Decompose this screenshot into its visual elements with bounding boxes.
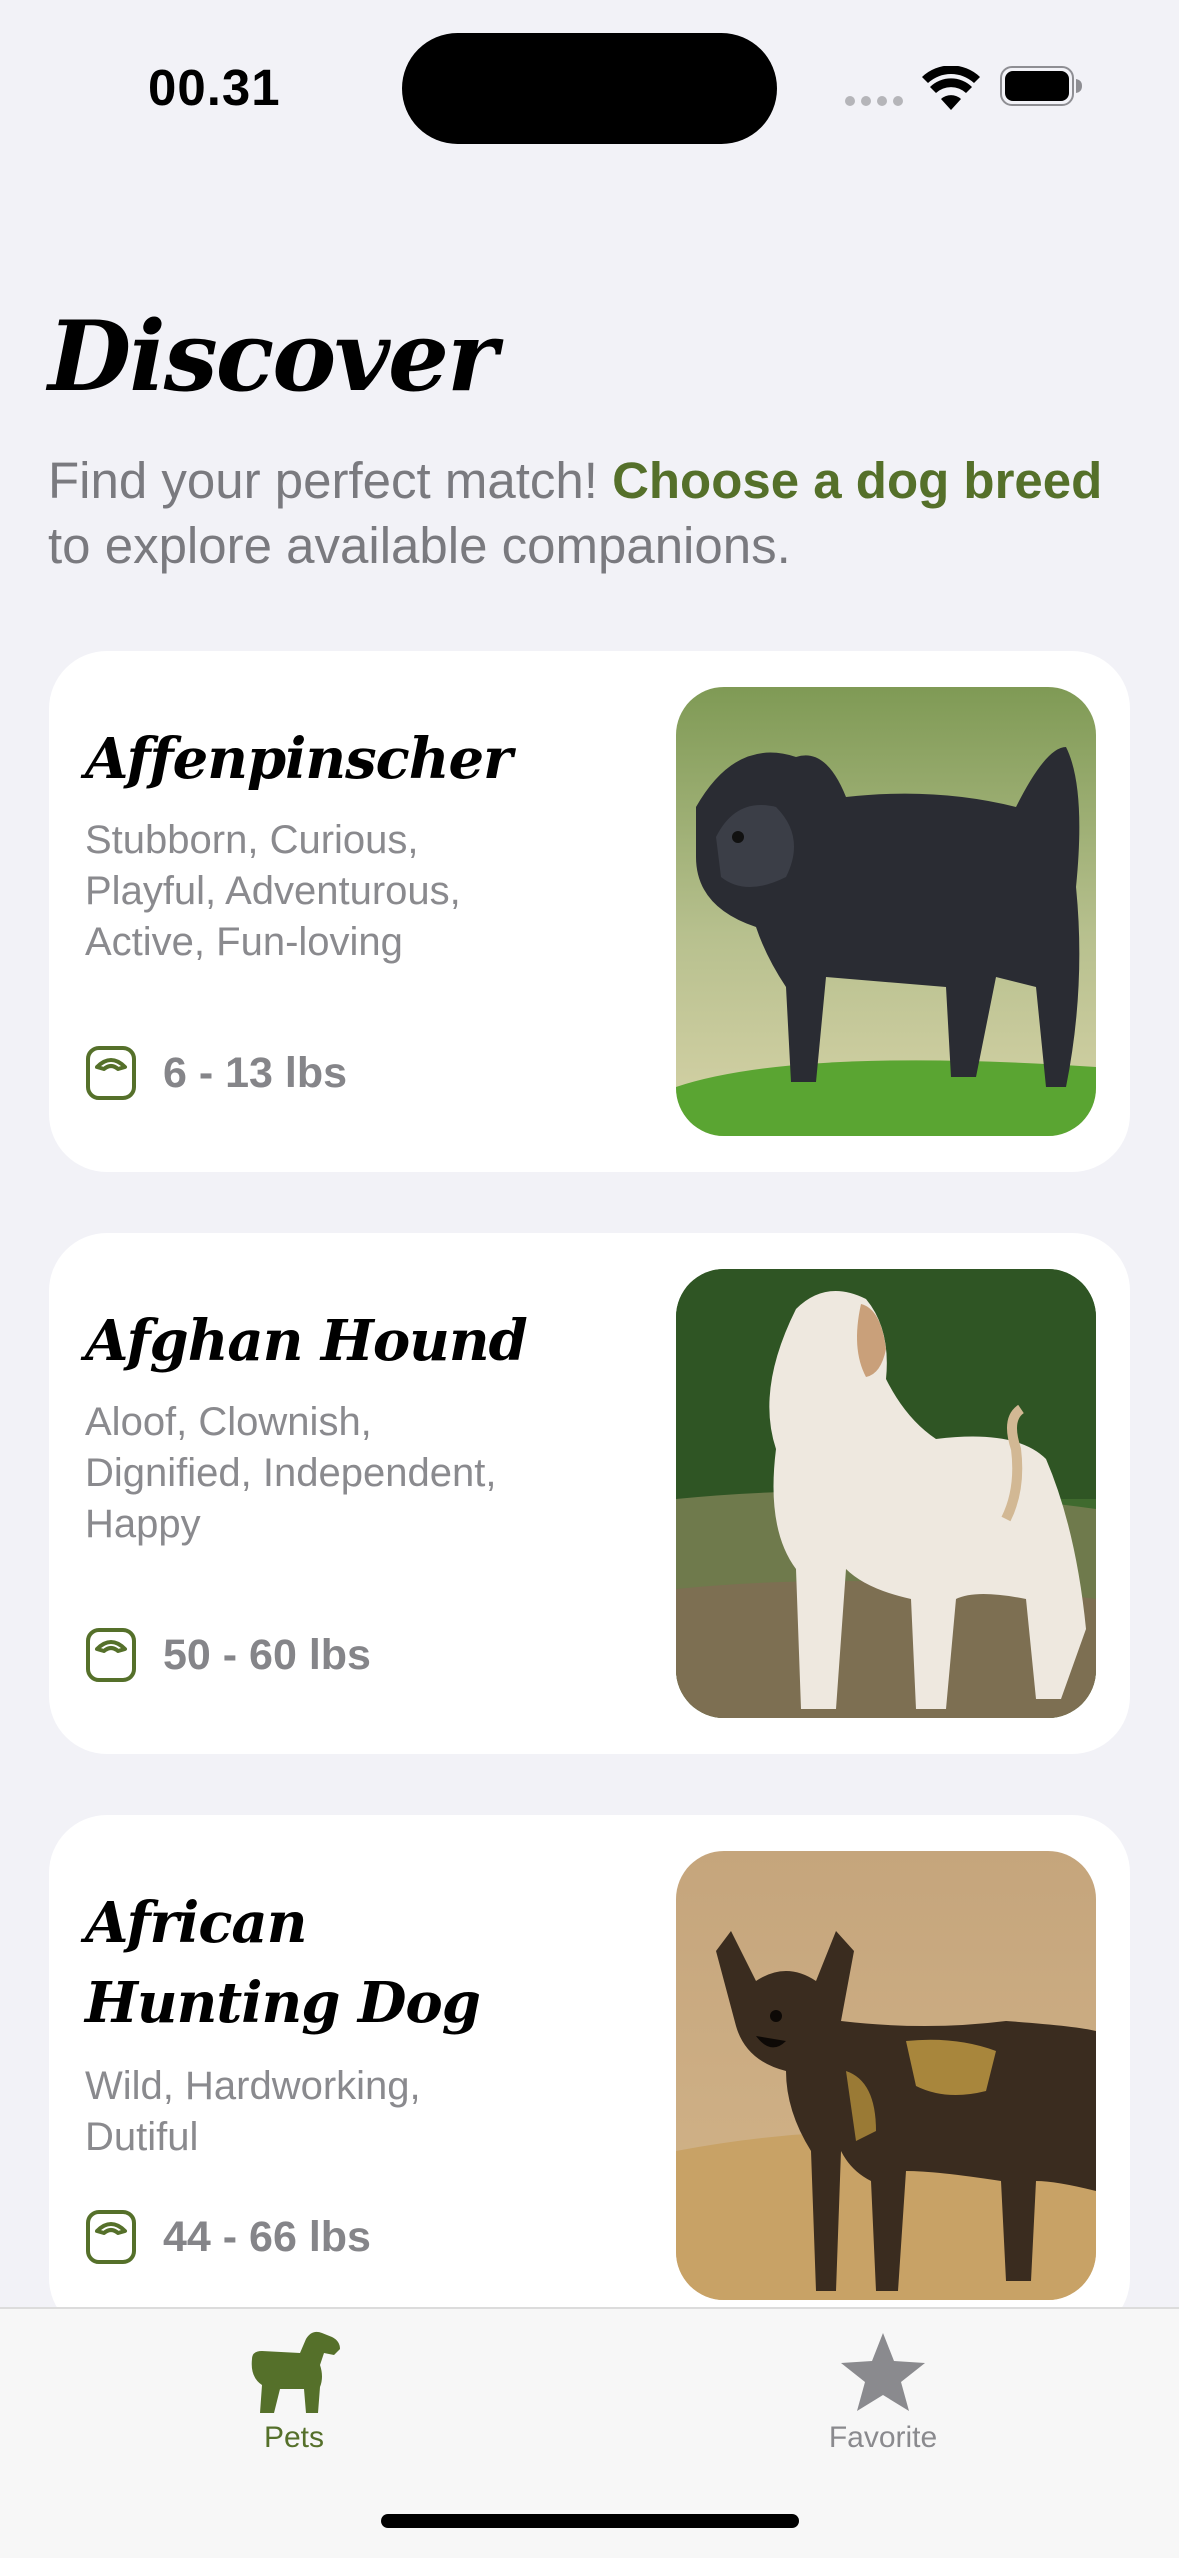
traits-line: Active, Fun-loving bbox=[85, 920, 403, 964]
breed-card-affenpinscher[interactable]: Affenpinscher Stubborn, Curious, Playful… bbox=[49, 651, 1130, 1172]
breed-name-line: Hunting Dog bbox=[85, 1970, 481, 2036]
tab-pets[interactable]: Pets bbox=[194, 2329, 394, 2455]
page-subtitle: Find your perfect match! Choose a dog br… bbox=[48, 448, 1108, 578]
breed-traits: Wild, Hardworking, Dutiful bbox=[85, 2061, 605, 2163]
weight-row: 6 - 13 lbs bbox=[85, 1045, 347, 1101]
traits-line: Dignified, Independent, bbox=[85, 1451, 497, 1495]
breed-traits: Aloof, Clownish, Dignified, Independent,… bbox=[85, 1397, 605, 1550]
traits-line: Happy bbox=[85, 1502, 201, 1546]
breed-name: Affenpinscher bbox=[85, 719, 513, 799]
tab-label: Pets bbox=[263, 2421, 325, 2454]
breed-name: Afghan Hound bbox=[85, 1301, 528, 1381]
breed-card-african-hunting-dog[interactable]: African Hunting Dog Wild, Hardworking, D… bbox=[49, 1815, 1130, 2336]
subtitle-outro: to explore available companions. bbox=[48, 517, 791, 574]
weight-range: 6 - 13 lbs bbox=[163, 1048, 348, 1097]
breed-name: African Hunting Dog bbox=[85, 1883, 481, 2043]
weight-range: 44 - 66 lbs bbox=[163, 2212, 371, 2261]
weight-range: 50 - 60 lbs bbox=[163, 1630, 371, 1679]
traits-line: Playful, Adventurous, bbox=[85, 869, 461, 913]
dynamic-island bbox=[402, 33, 777, 144]
breed-traits: Stubborn, Curious, Playful, Adventurous,… bbox=[85, 815, 605, 968]
wifi-icon bbox=[922, 66, 980, 110]
scale-icon bbox=[86, 2210, 136, 2264]
subtitle-intro: Find your perfect match! bbox=[48, 452, 613, 509]
battery-icon bbox=[1000, 66, 1082, 106]
status-time: 00.31 bbox=[148, 59, 281, 116]
page-title: Discover bbox=[48, 300, 498, 413]
weight-row: 50 - 60 lbs bbox=[85, 1627, 371, 1683]
black-shaggy-dog-photo bbox=[676, 687, 1096, 1136]
subtitle-highlight: Choose a dog breed bbox=[612, 452, 1103, 509]
tab-favorite[interactable]: Favorite bbox=[783, 2329, 983, 2455]
afghan-hound-photo bbox=[676, 1269, 1096, 1718]
breed-name-line: African bbox=[85, 1890, 307, 1956]
cellular-signal-icon bbox=[845, 96, 905, 106]
scale-icon bbox=[86, 1046, 136, 1100]
home-indicator[interactable] bbox=[381, 2514, 799, 2528]
traits-line: Aloof, Clownish, bbox=[85, 1400, 372, 1444]
dog-icon bbox=[251, 2331, 340, 2413]
traits-line: Stubborn, Curious, bbox=[85, 818, 419, 862]
breed-card-afghan-hound[interactable]: Afghan Hound Aloof, Clownish, Dignified,… bbox=[49, 1233, 1130, 1754]
african-wild-dog-photo bbox=[676, 1851, 1096, 2300]
weight-row: 44 - 66 lbs bbox=[85, 2209, 371, 2265]
breed-name-line: Affenpinscher bbox=[85, 726, 513, 792]
breed-name-line: Afghan Hound bbox=[85, 1308, 528, 1374]
tab-label: Favorite bbox=[828, 2421, 938, 2454]
scale-icon bbox=[86, 1628, 136, 1682]
traits-line: Dutiful bbox=[85, 2115, 199, 2159]
star-icon bbox=[841, 2333, 925, 2411]
traits-line: Wild, Hardworking, bbox=[85, 2064, 421, 2108]
